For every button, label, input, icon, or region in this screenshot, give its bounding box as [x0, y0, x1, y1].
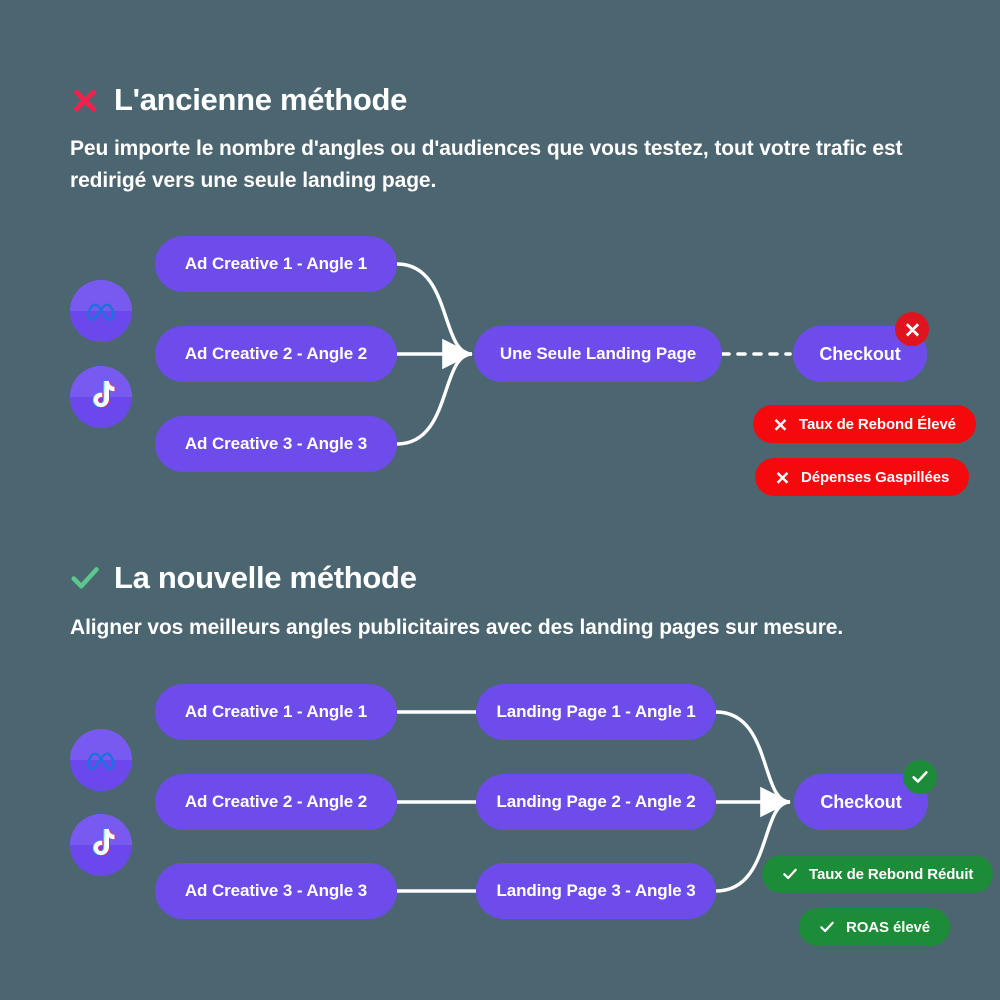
new-creative-node-2[interactable]: Ad Creative 2 - Angle 2: [155, 774, 397, 830]
source-meta-old: [70, 280, 132, 342]
checkout-fail-badge: [895, 312, 929, 346]
cross-icon: [73, 88, 97, 112]
meta-icon: [87, 752, 115, 770]
old-creative-node-3[interactable]: Ad Creative 3 - Angle 3: [155, 416, 397, 472]
tiktok-icon: [92, 381, 116, 408]
new-method-heading: La nouvelle méthode: [70, 562, 417, 593]
cross-icon: [905, 322, 919, 336]
new-outcome-pill-1: Taux de Rebond Réduit: [762, 855, 994, 893]
old-method-heading: L'ancienne méthode: [70, 84, 407, 115]
checkout-success-badge: [903, 760, 937, 794]
check-icon: [71, 566, 99, 588]
check-icon: [783, 868, 797, 880]
old-creative-node-2[interactable]: Ad Creative 2 - Angle 2: [155, 326, 397, 382]
single-landing-page-node[interactable]: Une Seule Landing Page: [474, 326, 722, 382]
meta-icon: [87, 303, 115, 321]
new-outcome-label-2: ROAS élevé: [846, 918, 931, 936]
new-outcome-pill-2: ROAS élevé: [799, 908, 951, 946]
source-tiktok-old: [70, 366, 132, 428]
infographic-canvas: L'ancienne méthode Peu importe le nombre…: [0, 0, 1000, 1000]
old-method-subtitle: Peu importe le nombre d'angles ou d'audi…: [70, 137, 903, 192]
new-method-subtitle: Aligner vos meilleurs angles publicitair…: [70, 616, 844, 639]
old-outcome-pill-1: Taux de Rebond Élevé: [753, 405, 976, 443]
source-meta-new: [70, 729, 132, 791]
cross-icon: [774, 418, 787, 431]
old-outcome-label-2: Dépenses Gaspillées: [801, 468, 950, 486]
new-landing-node-1[interactable]: Landing Page 1 - Angle 1: [476, 684, 716, 740]
old-creative-node-1[interactable]: Ad Creative 1 - Angle 1: [155, 236, 397, 292]
new-outcome-label-1: Taux de Rebond Réduit: [809, 865, 974, 883]
cross-icon: [776, 471, 789, 484]
check-icon: [912, 771, 928, 783]
new-landing-node-3[interactable]: Landing Page 3 - Angle 3: [476, 863, 716, 919]
new-method-title: La nouvelle méthode: [114, 560, 417, 595]
check-icon: [820, 921, 834, 933]
new-landing-node-2[interactable]: Landing Page 2 - Angle 2: [476, 774, 716, 830]
new-creative-node-3[interactable]: Ad Creative 3 - Angle 3: [155, 863, 397, 919]
source-tiktok-new: [70, 814, 132, 876]
old-method-title: L'ancienne méthode: [114, 82, 408, 117]
tiktok-icon: [92, 829, 116, 856]
old-outcome-pill-2: Dépenses Gaspillées: [755, 458, 970, 496]
old-outcome-label-1: Taux de Rebond Élevé: [799, 415, 956, 433]
new-creative-node-1[interactable]: Ad Creative 1 - Angle 1: [155, 684, 397, 740]
